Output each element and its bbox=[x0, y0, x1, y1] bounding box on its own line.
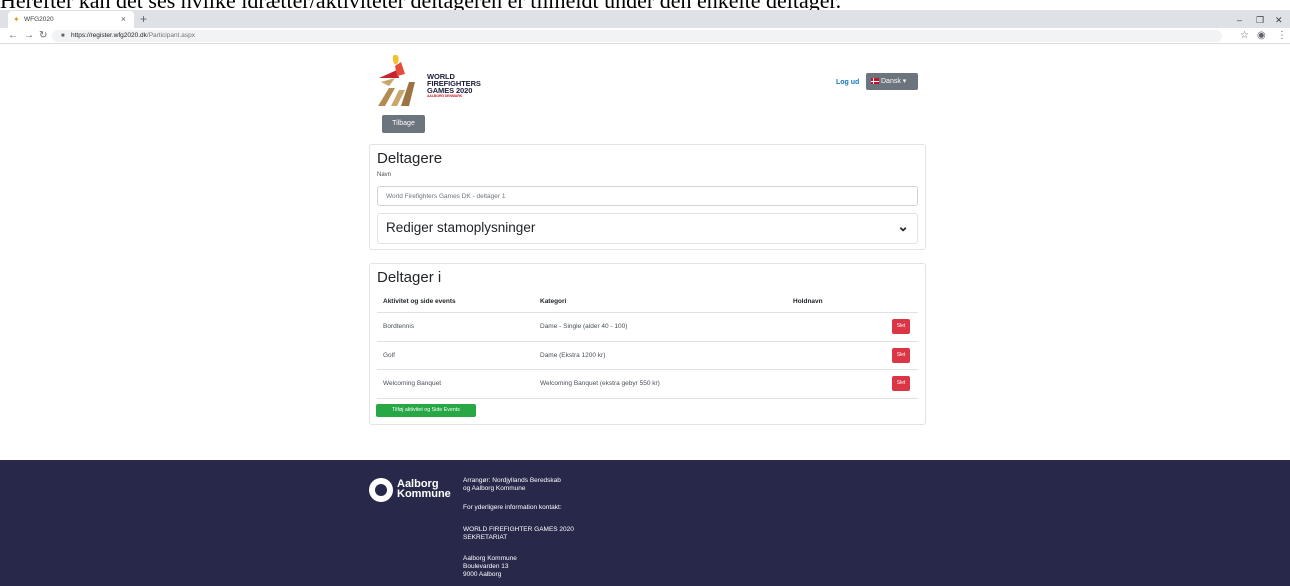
category-cell: Dame (Ekstra 1200 kr) bbox=[540, 351, 606, 359]
add-activity-button[interactable]: Tilføj aktivitet og Side Events bbox=[376, 404, 476, 417]
contact-heading: For yderligere information kontakt: bbox=[463, 504, 562, 511]
address-bar[interactable]: ■ https://register.wfg2020.dk/Participan… bbox=[52, 30, 1222, 42]
participates-in-card: Deltager i Aktivitet og side events Kate… bbox=[369, 263, 926, 425]
activity-cell: Golf bbox=[383, 351, 395, 359]
tab-title: WFG2020 bbox=[24, 16, 54, 23]
brand-tagline: AALBORG DENMARK bbox=[427, 94, 463, 98]
category-cell: Dame - Single (alder 40 - 100) bbox=[540, 323, 628, 330]
favicon-icon: ✦ bbox=[13, 15, 20, 24]
name-label: Navn bbox=[377, 172, 392, 178]
organizer-text: Arrangør: Nordjyllands Beredskab og Aalb… bbox=[463, 477, 561, 493]
brand-line-3: GAMES 2020 bbox=[427, 86, 473, 95]
aalborg-logo-line-2: Kommune bbox=[397, 488, 451, 500]
restore-icon[interactable]: ❐ bbox=[1256, 15, 1264, 25]
table-row: Bordtennis Dame - Single (alder 40 - 100… bbox=[377, 313, 918, 342]
address-url: https://register.wfg2020.dk/Participant.… bbox=[71, 30, 195, 42]
table-header: Aktivitet og side events Kategori Holdna… bbox=[377, 290, 918, 313]
name-input[interactable] bbox=[377, 186, 918, 206]
activity-cell: Welcoming Banquet bbox=[383, 380, 442, 387]
document-caption: Herefter kan det ses hvilke idrætter/akt… bbox=[0, 0, 1290, 10]
menu-kebab-icon[interactable]: ⋮ bbox=[1277, 30, 1287, 41]
url-path: /Participant.aspx bbox=[146, 32, 195, 39]
activity-cell: Bordtennis bbox=[383, 323, 415, 330]
site-footer: Aalborg Kommune Arrangør: Nordjyllands B… bbox=[0, 460, 1290, 586]
browser-tab[interactable]: ✦ WFG2020 × bbox=[8, 11, 134, 28]
bookmark-star-icon[interactable]: ☆ bbox=[1240, 30, 1249, 41]
delete-button[interactable]: Slet bbox=[892, 376, 910, 391]
participants-card: Deltagere Navn Rediger stamoplysninger ⌄ bbox=[369, 144, 926, 250]
language-label: Dansk bbox=[881, 78, 901, 85]
organizer-line-1: Arrangør: Nordjyllands Beredskab bbox=[463, 477, 561, 484]
url-host: https://register.wfg2020.dk bbox=[71, 32, 147, 39]
chevron-down-icon[interactable]: ⌄ bbox=[897, 218, 909, 235]
participates-in-title: Deltager i bbox=[377, 269, 442, 286]
column-header-category: Kategori bbox=[540, 298, 567, 305]
caret-down-icon: ▾ bbox=[902, 78, 907, 85]
browser-tabstrip: ✦ WFG2020 × + – ❐ ✕ bbox=[0, 10, 1290, 28]
category-cell: Welcoming Banquet (ekstra gebyr 550 kr) bbox=[540, 380, 660, 387]
address-line-3: 9000 Aalborg bbox=[463, 571, 502, 578]
aalborg-seal-icon bbox=[369, 478, 393, 502]
secretariat-text: WORLD FIREFIGHTER GAMES 2020 SEKRETARIAT bbox=[463, 526, 574, 542]
new-tab-icon[interactable]: + bbox=[140, 13, 147, 25]
wfg-wordmark: WORLD FIREFIGHTERS GAMES 2020 AALBORG DE… bbox=[427, 73, 481, 99]
back-arrow-icon[interactable]: ← bbox=[8, 30, 18, 41]
lock-icon: ■ bbox=[61, 33, 65, 39]
tab-close-icon[interactable]: × bbox=[121, 14, 126, 24]
organizer-line-2: og Aalborg Kommune bbox=[463, 485, 526, 492]
browser-toolbar: ← → ↻ ■ https://register.wfg2020.dk/Part… bbox=[0, 28, 1290, 44]
minimize-icon[interactable]: – bbox=[1237, 15, 1242, 25]
address-line-1: Aalborg Kommune bbox=[463, 555, 517, 562]
edit-master-data-accordion[interactable]: Rediger stamoplysninger ⌄ bbox=[377, 213, 918, 244]
accordion-title: Rediger stamoplysninger bbox=[386, 220, 536, 235]
address-text: Aalborg Kommune Boulevarden 13 9000 Aalb… bbox=[463, 555, 517, 579]
logout-link[interactable]: Log ud bbox=[836, 79, 859, 86]
column-header-team: Holdnavn bbox=[793, 298, 823, 305]
profile-icon[interactable]: ◉ bbox=[1257, 30, 1266, 41]
table-row: Welcoming Banquet Welcoming Banquet (eks… bbox=[377, 370, 918, 399]
delete-button[interactable]: Slet bbox=[892, 347, 910, 363]
address-line-2: Boulevarden 13 bbox=[463, 563, 509, 570]
secretariat-line-1: WORLD FIREFIGHTER GAMES 2020 bbox=[463, 526, 574, 533]
window-close-icon[interactable]: ✕ bbox=[1275, 15, 1283, 25]
delete-button[interactable]: Slet bbox=[892, 319, 910, 334]
aalborg-logo[interactable]: Aalborg Kommune bbox=[397, 479, 451, 500]
danish-flag-icon bbox=[871, 78, 879, 84]
reload-icon[interactable]: ↻ bbox=[39, 30, 47, 41]
table-row: Golf Dame (Ekstra 1200 kr) Slet bbox=[377, 342, 918, 370]
secretariat-line-2: SEKRETARIAT bbox=[463, 534, 508, 541]
language-dropdown[interactable]: Dansk ▾ bbox=[866, 73, 918, 90]
back-button[interactable]: Tilbage bbox=[382, 115, 425, 133]
column-header-activity: Aktivitet og side events bbox=[383, 298, 456, 305]
participants-title: Deltagere bbox=[377, 150, 443, 167]
forward-arrow-icon[interactable]: → bbox=[24, 30, 34, 41]
activities-table: Aktivitet og side events Kategori Holdna… bbox=[377, 290, 918, 399]
